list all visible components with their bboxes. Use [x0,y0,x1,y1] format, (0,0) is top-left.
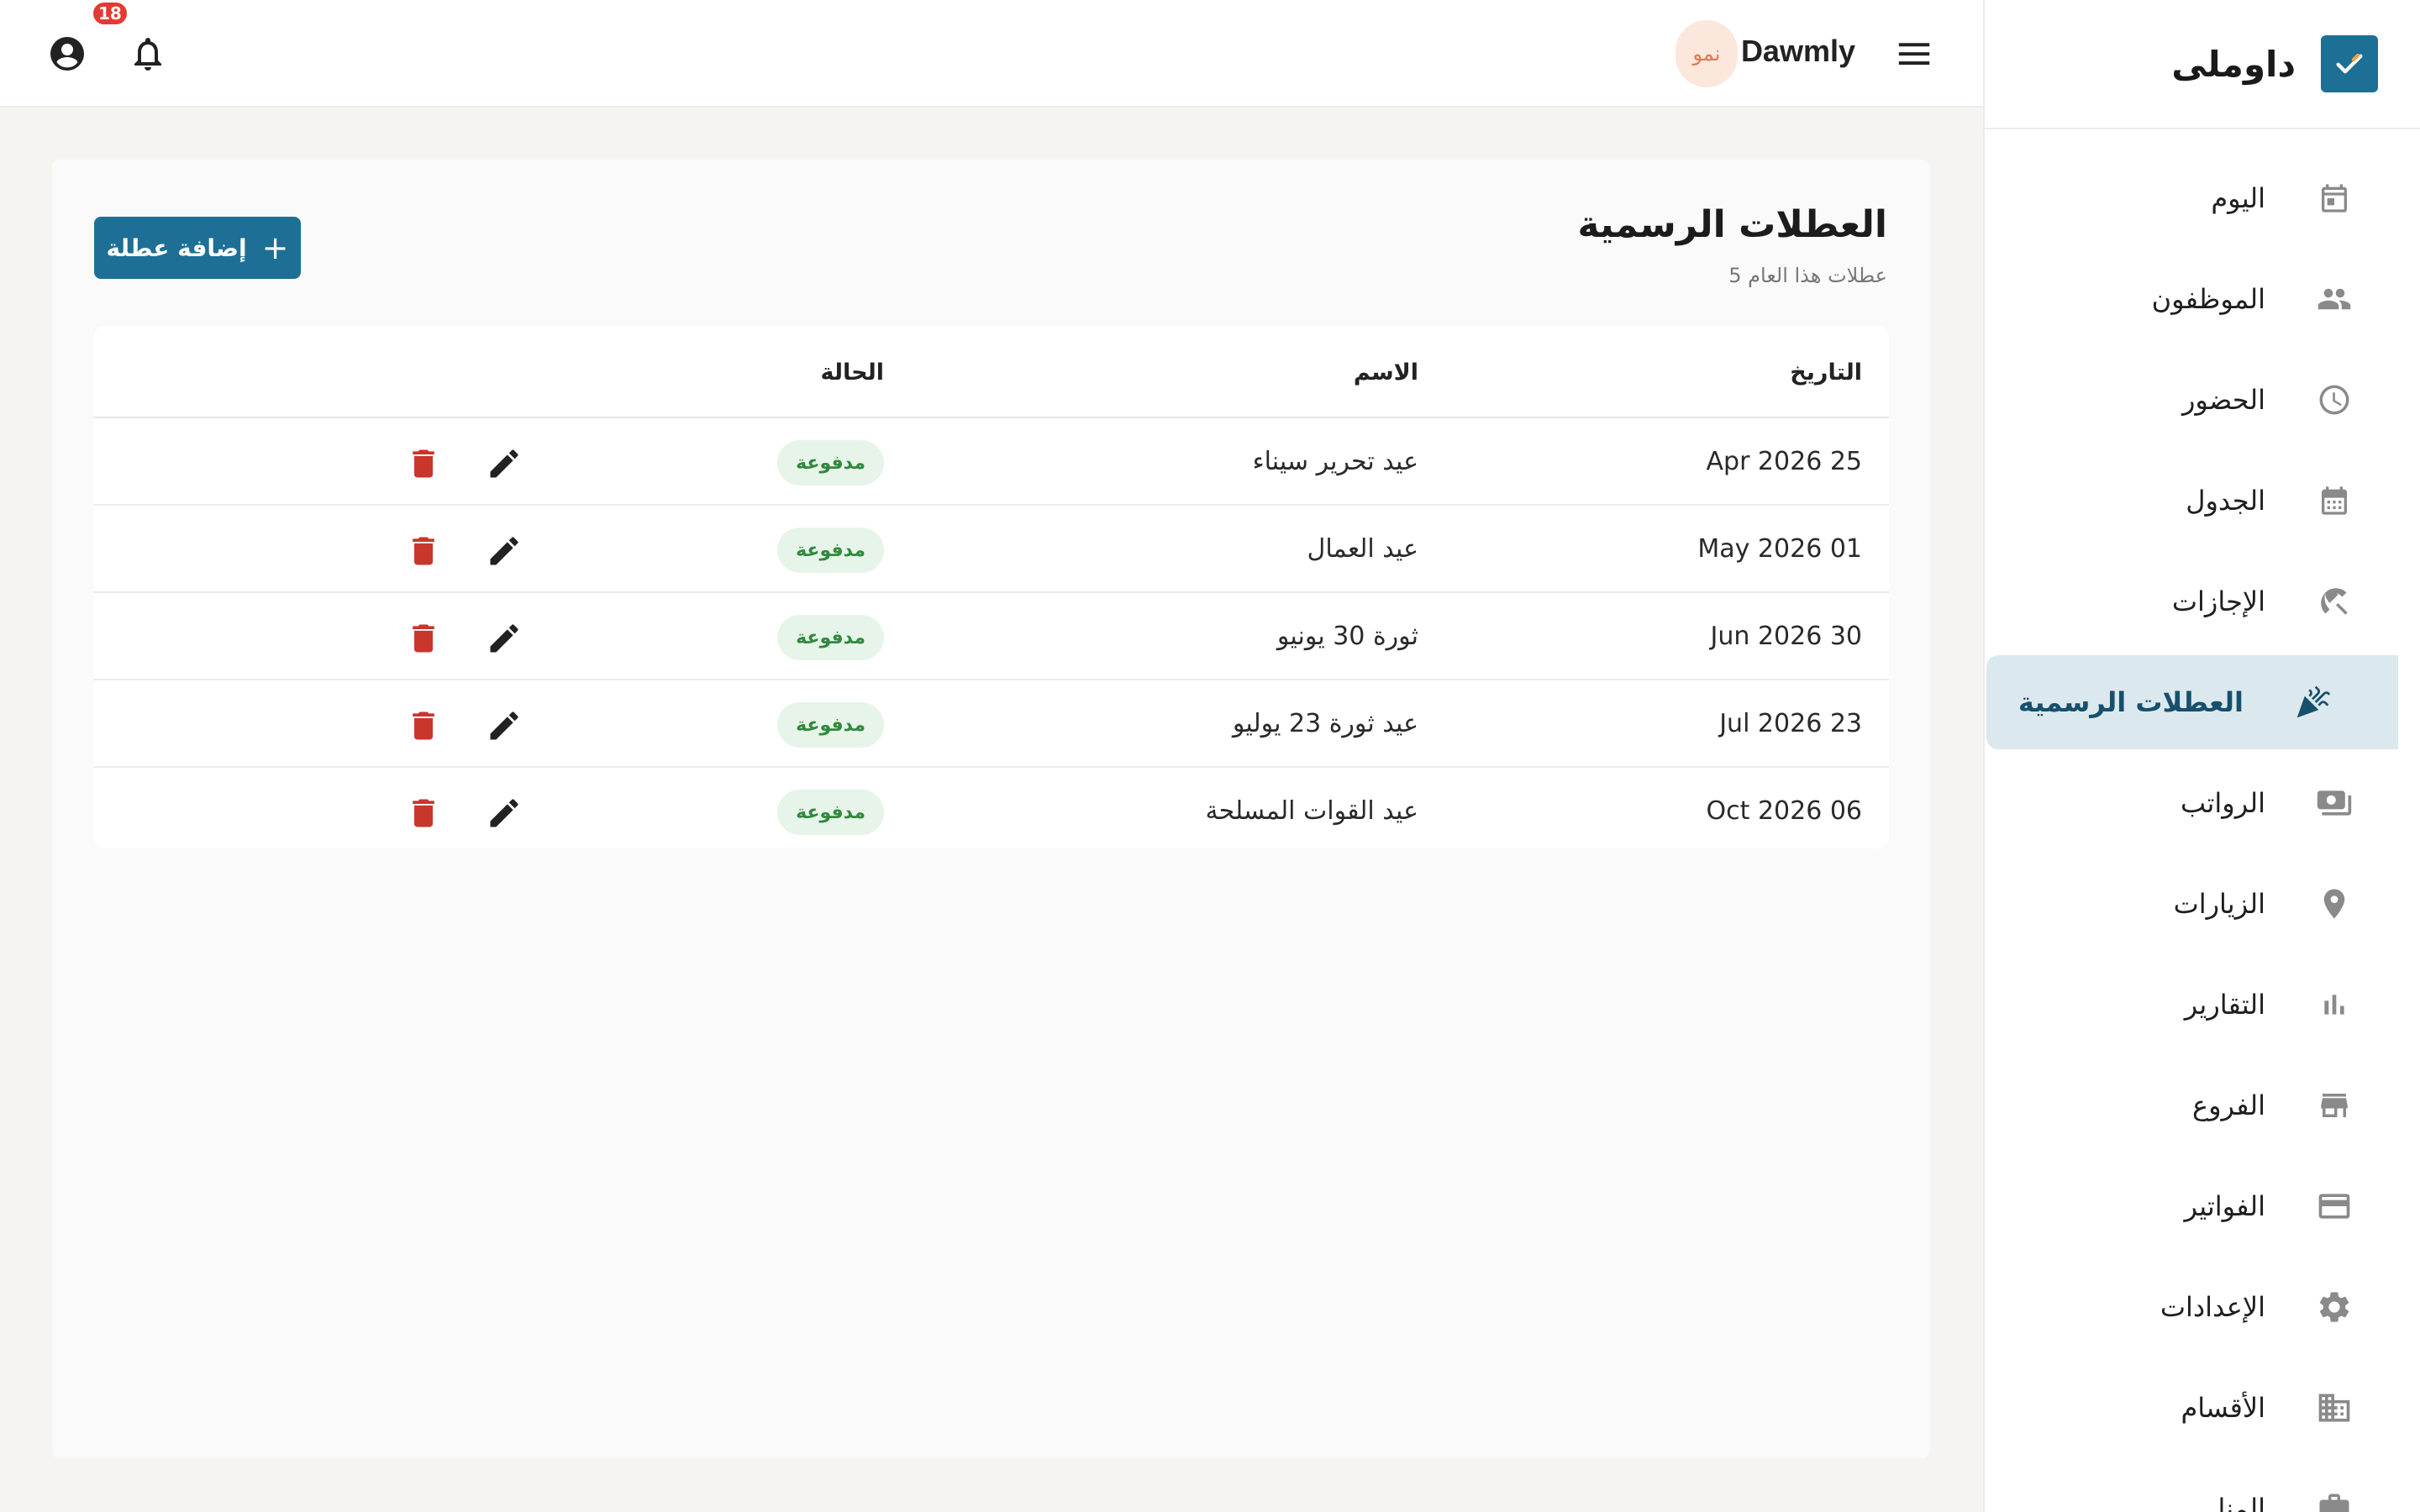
sidebar-item-label: الفروع [2191,1089,2265,1121]
calendar-today-icon [2316,180,2353,217]
status-badge: مدفوعة [777,528,884,573]
table-row: Jul 2026 23 عيد ثورة 23 يوليو مدفوعة [94,680,1889,768]
sidebar-item-holidays[interactable]: العطلات الرسمية [1986,655,2398,749]
hamburger-menu-icon[interactable] [1896,37,1933,71]
sidebar-item-label: الرواتب [2181,787,2265,819]
sidebar-item-visits[interactable]: الزيارات [1985,857,2396,951]
sidebar-item-label: المنا [2217,1493,2265,1512]
holiday-name: عيد تحرير سيناء [1252,447,1418,476]
page-title: العطلات الرسمية [1577,203,1887,246]
brand-name: داوملى [2171,43,2296,85]
celebration-icon [2294,684,2331,721]
column-header-name[interactable]: الاسم [1354,360,1418,386]
gear-icon [2316,1289,2353,1326]
sidebar-item-label: التقارير [2184,989,2265,1021]
holiday-name: عيد القوات المسلحة [1205,796,1418,826]
holiday-date: Oct 2026 06 [1706,796,1862,826]
page-subtitle: 5 عطلات هذا العام [1728,264,1887,287]
edit-icon[interactable] [486,445,523,482]
sidebar-item-jobs[interactable]: المنا [1985,1462,2396,1512]
holiday-name: عيد ثورة 23 يوليو [1232,709,1418,738]
notification-badge: 18 [91,0,129,27]
store-icon [2316,1087,2353,1124]
delete-icon[interactable] [405,620,442,657]
holiday-date: Jul 2026 23 [1719,709,1862,738]
table-header: التاريخ الاسم الحالة [94,326,1889,418]
sidebar-item-label: الإعدادات [2160,1291,2265,1323]
edit-icon[interactable] [486,620,523,657]
brand[interactable]: داوملى [1985,0,2420,129]
sidebar-item-departments[interactable]: الأقسام [1985,1361,2396,1455]
sidebar-item-payroll[interactable]: الرواتب [1985,756,2396,850]
status-badge: مدفوعة [777,440,884,486]
sidebar-item-invoices[interactable]: الفواتير [1985,1159,2396,1253]
holiday-date: Apr 2026 25 [1706,447,1863,476]
plus-icon: + [261,229,289,266]
column-header-date[interactable]: التاريخ [1790,360,1862,386]
sidebar-item-label: الموظفون [2151,283,2265,315]
payments-icon [2316,785,2353,822]
sidebar-item-label: الفواتير [2184,1190,2265,1222]
topbar: 18 نمو Dawmly [0,0,1983,108]
holidays-table: التاريخ الاسم الحالة Apr 2026 25 عيد تحر… [94,326,1889,848]
status-badge: مدفوعة [777,615,884,660]
sidebar-item-settings[interactable]: الإعدادات [1985,1260,2396,1354]
sidebar-item-branches[interactable]: الفروع [1985,1058,2396,1152]
delete-icon[interactable] [405,795,442,832]
column-header-status[interactable]: الحالة [820,360,884,386]
sidebar-item-employees[interactable]: الموظفون [1985,252,2396,346]
status-badge: مدفوعة [777,702,884,748]
holiday-date: May 2026 01 [1697,534,1862,564]
sidebar-item-reports[interactable]: التقارير [1985,958,2396,1052]
sidebar-item-label: اليوم [2211,182,2265,214]
status-badge: مدفوعة [777,790,884,835]
sidebar-item-schedule[interactable]: الجدول [1985,454,2396,548]
bar-chart-icon [2316,986,2353,1023]
edit-icon[interactable] [486,707,523,744]
building-icon [2316,1389,2353,1426]
sidebar-item-label: الأقسام [2181,1392,2265,1424]
briefcase-icon [2316,1490,2353,1512]
sidebar-nav: اليوم الموظفون الحضور الجدول الإجازات ال… [1985,129,2420,1512]
table-row: Apr 2026 25 عيد تحرير سيناء مدفوعة [94,418,1889,506]
account-circle-icon[interactable] [47,34,87,74]
sidebar-item-leaves[interactable]: الإجازات [1985,554,2396,648]
sidebar-item-label: الإجازات [2171,585,2265,617]
delete-icon[interactable] [405,707,442,744]
calendar-grid-icon [2316,482,2353,519]
delete-icon[interactable] [405,445,442,482]
company-avatar[interactable]: نمو [1676,20,1738,87]
sidebar-item-label: الزيارات [2173,888,2265,920]
bell-icon[interactable] [128,34,168,74]
people-icon [2316,281,2353,318]
sidebar: داوملى اليوم الموظفون الحضور الجدول الإج… [1983,0,2420,1512]
table-row: Jun 2026 30 ثورة 30 يونيو مدفوعة [94,593,1889,680]
table-row: May 2026 01 عيد العمال مدفوعة [94,506,1889,593]
sidebar-item-label: الحضور [2181,384,2265,416]
holiday-date: Jun 2026 30 [1710,622,1862,651]
holidays-panel: العطلات الرسمية 5 عطلات هذا العام + إضاف… [52,160,1929,1458]
add-holiday-label: إضافة عطلة [106,234,247,262]
holiday-name: ثورة 30 يونيو [1276,622,1418,651]
company-name: Dawmly [1740,34,1855,68]
holiday-name: عيد العمال [1307,534,1418,564]
sidebar-item-label: الجدول [2186,485,2265,517]
beach-umbrella-icon [2316,583,2353,620]
add-holiday-button[interactable]: + إضافة عطلة [94,217,301,279]
sidebar-item-attendance[interactable]: الحضور [1985,353,2396,447]
location-pin-icon [2316,885,2353,922]
clock-icon [2316,381,2353,418]
edit-icon[interactable] [486,795,523,832]
table-row: Oct 2026 06 عيد القوات المسلحة مدفوعة [94,768,1889,848]
edit-icon[interactable] [486,533,523,570]
credit-card-icon [2316,1188,2353,1225]
sidebar-item-today[interactable]: اليوم [1985,151,2396,245]
check-logo-icon [2321,35,2378,92]
sidebar-item-label: العطلات الرسمية [2018,686,2244,718]
delete-icon[interactable] [405,533,442,570]
